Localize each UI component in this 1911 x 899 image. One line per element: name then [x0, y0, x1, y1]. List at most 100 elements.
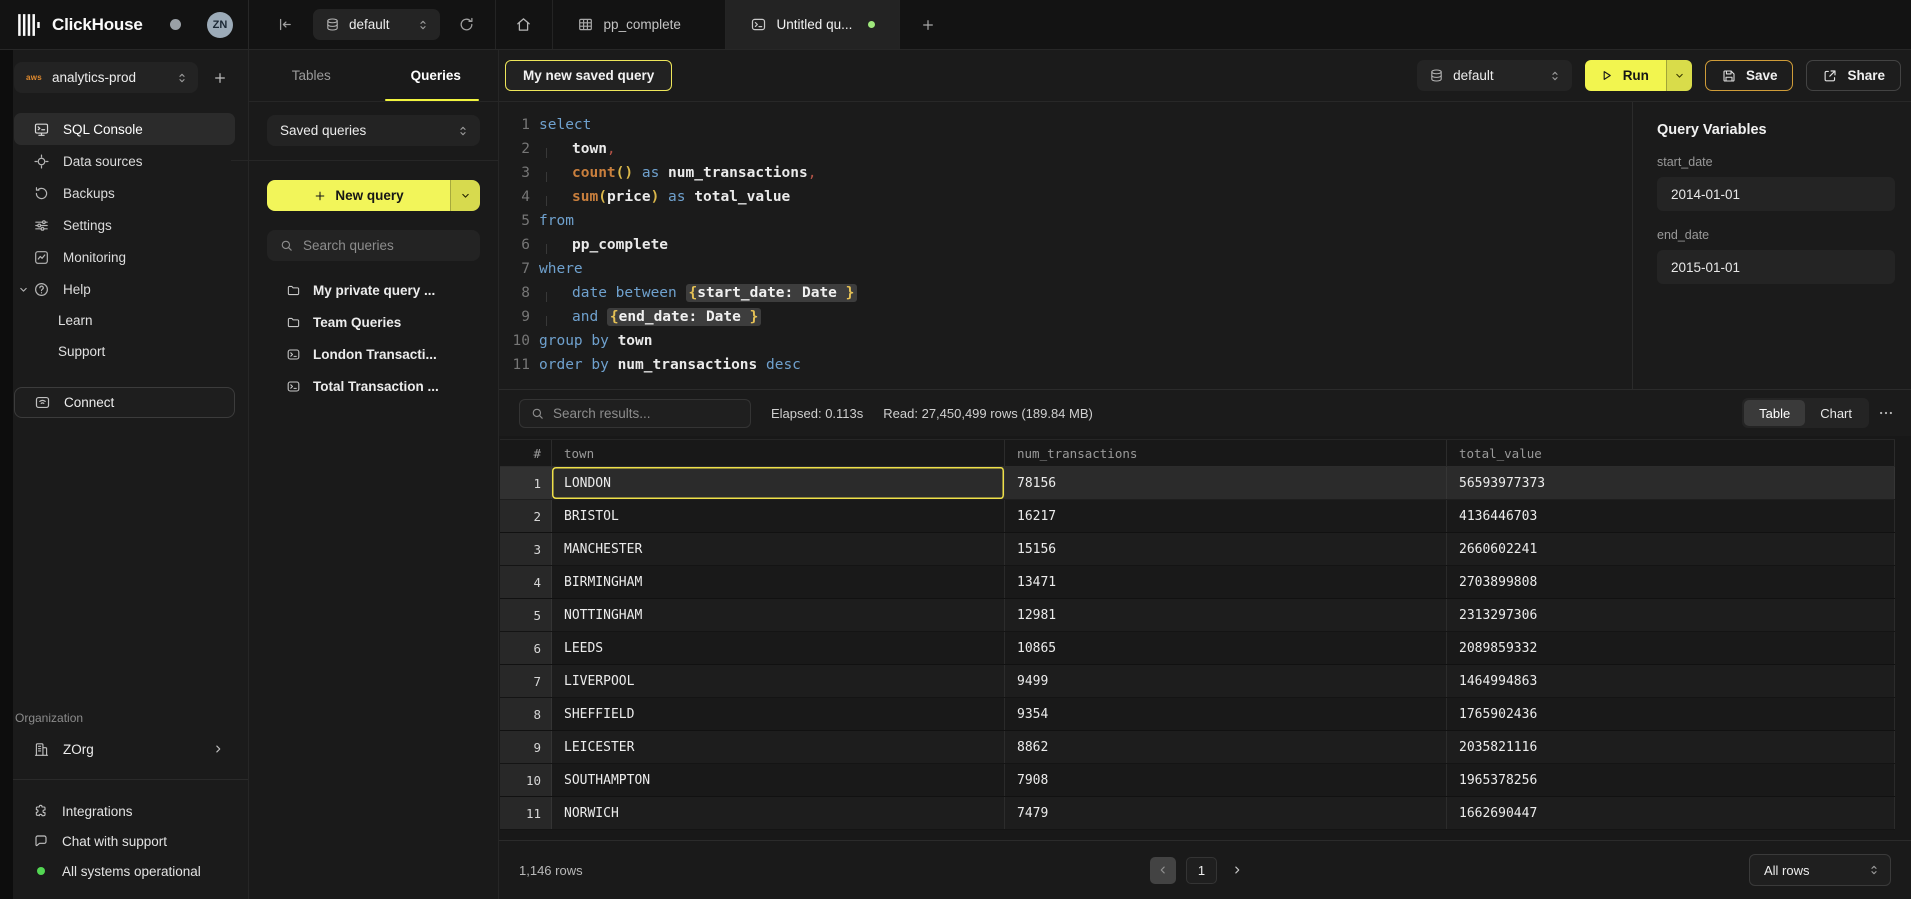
- table-cell[interactable]: SHEFFIELD: [552, 698, 1005, 730]
- workspace-selector[interactable]: aws analytics-prod: [14, 62, 198, 93]
- add-service-button[interactable]: [212, 70, 228, 86]
- table-cell[interactable]: SOUTHAMPTON: [552, 764, 1005, 796]
- new-tab-button[interactable]: [914, 17, 942, 33]
- table-row[interactable]: 1LONDON7815656593977373: [500, 467, 1895, 500]
- table-cell[interactable]: 1464994863: [1447, 665, 1895, 697]
- table-cell[interactable]: 2703899808: [1447, 566, 1895, 598]
- start-date-field[interactable]: [1657, 177, 1895, 211]
- tab-tables[interactable]: Tables: [249, 50, 374, 101]
- search-queries-box[interactable]: [267, 230, 480, 261]
- table-row[interactable]: 6LEEDS108652089859332: [500, 632, 1895, 665]
- table-cell[interactable]: LEEDS: [552, 632, 1005, 664]
- table-cell[interactable]: 15156: [1005, 533, 1447, 565]
- table-row[interactable]: 3MANCHESTER151562660602241: [500, 533, 1895, 566]
- collapse-sidebar-button[interactable]: [270, 16, 299, 33]
- table-row[interactable]: 11NORWICH74791662690447: [500, 797, 1895, 830]
- table-cell[interactable]: 12981: [1005, 599, 1447, 631]
- table-cell[interactable]: 78156: [1005, 467, 1447, 499]
- table-cell[interactable]: 2660602241: [1447, 533, 1895, 565]
- table-row[interactable]: 10SOUTHAMPTON79081965378256: [500, 764, 1895, 797]
- column-header-index[interactable]: #: [500, 440, 552, 467]
- table-cell[interactable]: 1662690447: [1447, 797, 1895, 829]
- table-cell[interactable]: 7479: [1005, 797, 1447, 829]
- organization-item[interactable]: ZOrg: [14, 734, 235, 764]
- code-line[interactable]: 7where: [499, 257, 1632, 281]
- next-page-button[interactable]: [1227, 863, 1247, 877]
- saved-queries-filter[interactable]: Saved queries: [267, 115, 480, 146]
- code-line[interactable]: 4sum(price) as total_value: [499, 185, 1632, 209]
- table-cell[interactable]: LIVERPOOL: [552, 665, 1005, 697]
- view-chart-button[interactable]: Chart: [1805, 400, 1867, 426]
- table-cell[interactable]: 8862: [1005, 731, 1447, 763]
- table-cell[interactable]: 2089859332: [1447, 632, 1895, 664]
- code-line[interactable]: 11order by num_transactions desc: [499, 353, 1632, 377]
- connect-button[interactable]: Connect: [14, 387, 235, 418]
- table-cell[interactable]: 16217: [1005, 500, 1447, 532]
- code-line[interactable]: 3count() as num_transactions,: [499, 161, 1632, 185]
- sidebar-item-help[interactable]: Help: [14, 273, 235, 305]
- column-header-town[interactable]: town: [552, 440, 1005, 467]
- run-options-button[interactable]: [1666, 60, 1692, 91]
- query-item-london-transactions[interactable]: London Transacti...: [267, 338, 480, 370]
- query-item-total-transaction[interactable]: Total Transaction ...: [267, 370, 480, 402]
- table-row[interactable]: 2BRISTOL162174136446703: [500, 500, 1895, 533]
- table-cell[interactable]: 9499: [1005, 665, 1447, 697]
- start-date-input[interactable]: [1671, 187, 1881, 202]
- search-results-input[interactable]: [553, 406, 740, 421]
- query-folder-team-queries[interactable]: Team Queries: [267, 306, 480, 338]
- table-cell[interactable]: 9354: [1005, 698, 1447, 730]
- save-button[interactable]: Save: [1705, 60, 1794, 91]
- end-date-input[interactable]: [1671, 260, 1881, 275]
- tab-untitled-query[interactable]: Untitled qu...: [726, 0, 900, 49]
- query-folder-my-private[interactable]: My private query ...: [267, 274, 480, 306]
- sidebar-item-support[interactable]: Support: [14, 336, 235, 367]
- table-cell[interactable]: BIRMINGHAM: [552, 566, 1005, 598]
- sql-editor[interactable]: 1select2town,3count() as num_transaction…: [499, 102, 1632, 389]
- sidebar-item-sql-console[interactable]: SQL Console: [14, 113, 235, 145]
- sidebar-item-backups[interactable]: Backups: [14, 177, 235, 209]
- table-cell[interactable]: MANCHESTER: [552, 533, 1005, 565]
- share-button[interactable]: Share: [1806, 60, 1901, 91]
- run-database-selector[interactable]: default: [1417, 60, 1572, 91]
- table-cell[interactable]: 4136446703: [1447, 500, 1895, 532]
- code-line[interactable]: 5from: [499, 209, 1632, 233]
- table-cell[interactable]: 7908: [1005, 764, 1447, 796]
- search-results-box[interactable]: [519, 399, 751, 428]
- search-queries-input[interactable]: [303, 238, 468, 253]
- column-header-total-value[interactable]: total_value: [1447, 440, 1895, 467]
- system-status[interactable]: All systems operational: [14, 856, 235, 886]
- code-line[interactable]: 1select: [499, 113, 1632, 137]
- table-cell[interactable]: 10865: [1005, 632, 1447, 664]
- previous-page-button[interactable]: [1150, 857, 1176, 884]
- refresh-button[interactable]: [452, 16, 481, 33]
- sidebar-item-integrations[interactable]: Integrations: [14, 796, 235, 826]
- results-menu-button[interactable]: [1877, 404, 1895, 422]
- sidebar-item-learn[interactable]: Learn: [14, 305, 235, 336]
- table-cell[interactable]: 1765902436: [1447, 698, 1895, 730]
- saved-query-name-pill[interactable]: My new saved query: [505, 60, 672, 91]
- table-cell[interactable]: 13471: [1005, 566, 1447, 598]
- table-cell[interactable]: BRISTOL: [552, 500, 1005, 532]
- tab-pp-complete[interactable]: pp_complete: [553, 0, 725, 49]
- database-selector[interactable]: default: [313, 9, 440, 40]
- table-cell[interactable]: NORWICH: [552, 797, 1005, 829]
- page-size-selector[interactable]: All rows: [1749, 854, 1891, 886]
- code-line[interactable]: 10group by town: [499, 329, 1632, 353]
- column-header-num-transactions[interactable]: num_transactions: [1005, 440, 1447, 467]
- sidebar-item-settings[interactable]: Settings: [14, 209, 235, 241]
- code-line[interactable]: 6pp_complete: [499, 233, 1632, 257]
- end-date-field[interactable]: [1657, 250, 1895, 284]
- table-cell[interactable]: 2035821116: [1447, 731, 1895, 763]
- table-cell[interactable]: LONDON: [552, 467, 1005, 499]
- avatar[interactable]: ZN: [207, 12, 233, 38]
- table-cell[interactable]: 2313297306: [1447, 599, 1895, 631]
- view-table-button[interactable]: Table: [1744, 400, 1805, 426]
- sidebar-item-chat-support[interactable]: Chat with support: [14, 826, 235, 856]
- code-line[interactable]: 2town,: [499, 137, 1632, 161]
- table-cell[interactable]: 56593977373: [1447, 467, 1895, 499]
- table-cell[interactable]: 1965378256: [1447, 764, 1895, 796]
- table-row[interactable]: 5NOTTINGHAM129812313297306: [500, 599, 1895, 632]
- table-row[interactable]: 4BIRMINGHAM134712703899808: [500, 566, 1895, 599]
- run-button[interactable]: Run: [1585, 60, 1666, 91]
- chevron-down-icon[interactable]: [17, 283, 30, 296]
